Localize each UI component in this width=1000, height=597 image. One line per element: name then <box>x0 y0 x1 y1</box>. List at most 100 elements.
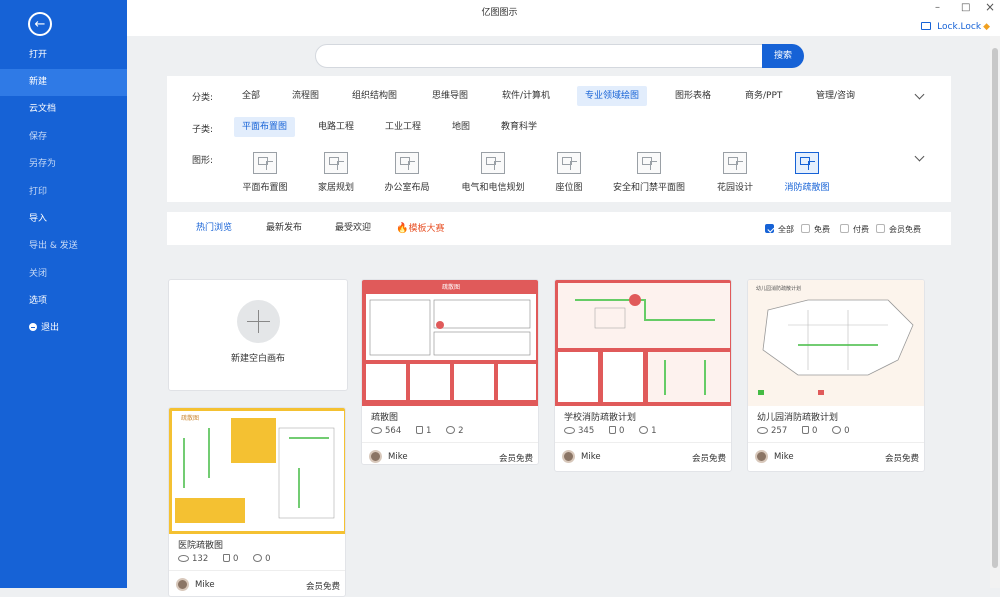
likes-count: 1 <box>425 426 432 436</box>
sidebar-item-open[interactable]: 打开 <box>0 42 127 69</box>
tab-latest[interactable]: 最新发布 <box>266 212 302 245</box>
thumbnail-title: 幼儿园消防疏散计划 <box>756 285 801 292</box>
category-graphic-table[interactable]: 图形表格 <box>667 86 719 106</box>
views-count: 132 <box>192 554 209 564</box>
scrollbar-thumb[interactable] <box>992 48 998 568</box>
likes-stat[interactable]: 0 <box>608 426 625 436</box>
close-button[interactable]: × <box>985 0 995 14</box>
card-stats: 257 0 0 <box>757 426 861 436</box>
template-card[interactable]: 幼儿园消防疏散计划 幼儿园消防疏散计划 257 0 0 Mike 会员免费 <box>747 279 925 472</box>
eye-icon <box>178 555 189 562</box>
app-title: 亿图图示 <box>481 8 518 18</box>
filter-panel: 分类: 全部 流程图 组织结构图 思维导图 软件/计算机 专业领域绘图 图形表格… <box>167 76 951 202</box>
template-card[interactable]: 疏散图 疏散图 564 1 2 Mike 会员免费 <box>361 279 539 465</box>
card-title: 幼儿园消防疏散计划 <box>757 413 839 423</box>
thumbnail-title: 疏散图 <box>442 283 460 291</box>
likes-stat[interactable]: 0 <box>222 554 238 564</box>
floor-plan-icon <box>253 152 277 174</box>
thumbs-up-icon <box>415 426 423 434</box>
subcategory-floor-plan[interactable]: 平面布置图 <box>234 117 296 137</box>
subcategory-industrial[interactable]: 工业工程 <box>377 117 429 137</box>
category-label: 分类: <box>192 93 214 103</box>
plus-icon <box>237 300 280 343</box>
search-input[interactable] <box>315 44 765 68</box>
price-badge: 会员免费 <box>305 582 340 592</box>
avatar <box>755 450 768 463</box>
back-arrow-icon[interactable]: ← <box>28 12 52 36</box>
maximize-button[interactable]: □ <box>961 2 970 13</box>
category-software[interactable]: 软件/计算机 <box>494 86 558 106</box>
shape-fire-evacuation[interactable]: 消防疏散图 <box>762 152 852 193</box>
subcategory-circuit[interactable]: 电路工程 <box>310 117 362 137</box>
views-count: 257 <box>771 426 788 436</box>
comments-stat[interactable]: 1 <box>639 426 656 436</box>
template-card[interactable]: 疏散图 医院疏散图 132 0 0 Mike 会员免费 <box>168 407 346 597</box>
tab-hot[interactable]: 热门浏览 <box>196 212 232 245</box>
tab-contest[interactable]: 🔥模板大赛 <box>396 212 444 245</box>
checkbox-label: 付费 <box>853 225 869 234</box>
account-button[interactable]: Lock.Lock ◆ <box>921 22 990 32</box>
sidebar-item-close[interactable]: 关闭 <box>0 261 127 288</box>
category-flowchart[interactable]: 流程图 <box>284 86 327 106</box>
sidebar-item-save[interactable]: 保存 <box>0 124 127 151</box>
eye-icon <box>757 427 768 434</box>
template-thumbnail: 幼儿园消防疏散计划 <box>748 280 924 406</box>
author-name: Mike <box>774 452 794 462</box>
views-count: 345 <box>578 426 595 436</box>
search-button[interactable]: 搜索 <box>762 44 804 68</box>
sidebar-item-options[interactable]: 选项 <box>0 288 127 315</box>
expand-shapes-chevron-icon[interactable] <box>914 151 925 162</box>
exit-icon <box>29 323 37 331</box>
electrical-plan-icon <box>481 152 505 174</box>
likes-count: 0 <box>618 426 625 436</box>
new-blank-canvas-card[interactable]: 新建空白画布 <box>168 279 348 391</box>
sidebar-item-export[interactable]: 导出 & 发送 <box>0 233 127 260</box>
likes-stat[interactable]: 0 <box>801 426 817 436</box>
subcategory-map[interactable]: 地图 <box>444 117 478 137</box>
sidebar-item-new[interactable]: 新建 <box>0 69 127 96</box>
account-name: Lock.Lock <box>937 22 982 32</box>
eye-icon <box>564 427 575 434</box>
template-card[interactable]: 学校消防疏散计划 345 0 1 Mike 会员免费 <box>554 279 732 472</box>
category-all[interactable]: 全部 <box>234 86 268 106</box>
sidebar-item-import[interactable]: 导入 <box>0 206 127 233</box>
subcategory-education[interactable]: 教育科学 <box>493 117 545 137</box>
views-count: 564 <box>385 426 402 436</box>
checkbox-icon <box>801 224 810 233</box>
template-thumbnail: 疏散图 <box>362 280 538 406</box>
shape-office-layout[interactable]: 办公室布局 <box>362 152 452 193</box>
minimize-button[interactable]: – <box>935 2 940 13</box>
filter-free-checkbox[interactable]: 免费 <box>801 224 830 235</box>
comments-stat[interactable]: 0 <box>832 426 849 436</box>
category-mind-map[interactable]: 思维导图 <box>424 86 476 106</box>
category-business-ppt[interactable]: 商务/PPT <box>737 86 790 106</box>
expand-categories-chevron-icon[interactable] <box>914 89 925 100</box>
sidebar-item-exit[interactable]: 退出 <box>0 315 127 342</box>
comments-count: 0 <box>844 426 850 436</box>
sidebar-item-print[interactable]: 打印 <box>0 179 127 206</box>
subcategory-label: 子类: <box>192 125 214 135</box>
sidebar-item-cloud-docs[interactable]: 云文档 <box>0 96 127 123</box>
filter-member-checkbox[interactable]: 会员免费 <box>876 224 921 235</box>
filter-all-checkbox[interactable]: 全部 <box>765 224 794 235</box>
card-footer: Mike 会员免费 <box>562 450 726 464</box>
comment-icon <box>832 426 842 434</box>
likes-stat[interactable]: 1 <box>415 426 432 436</box>
sidebar-item-save-as[interactable]: 另存为 <box>0 151 127 178</box>
checkbox-label: 会员免费 <box>889 225 921 234</box>
comments-stat[interactable]: 0 <box>253 554 270 564</box>
filter-paid-checkbox[interactable]: 付费 <box>840 224 869 235</box>
category-professional[interactable]: 专业领域绘图 <box>577 86 648 106</box>
comments-stat[interactable]: 2 <box>446 426 463 436</box>
shape-label-text: 安全和门禁平面图 <box>612 183 685 193</box>
tab-popular[interactable]: 最受欢迎 <box>335 212 371 245</box>
card-divider <box>748 442 924 443</box>
shape-security[interactable]: 安全和门禁平面图 <box>604 152 694 193</box>
template-thumbnail <box>555 280 731 406</box>
views-stat: 345 <box>564 426 594 436</box>
shape-seating[interactable]: 座位图 <box>524 152 614 193</box>
category-management[interactable]: 管理/咨询 <box>808 86 863 106</box>
category-org-chart[interactable]: 组织结构图 <box>344 86 405 106</box>
vertical-scrollbar[interactable] <box>990 36 1000 588</box>
seating-chart-icon <box>557 152 581 174</box>
